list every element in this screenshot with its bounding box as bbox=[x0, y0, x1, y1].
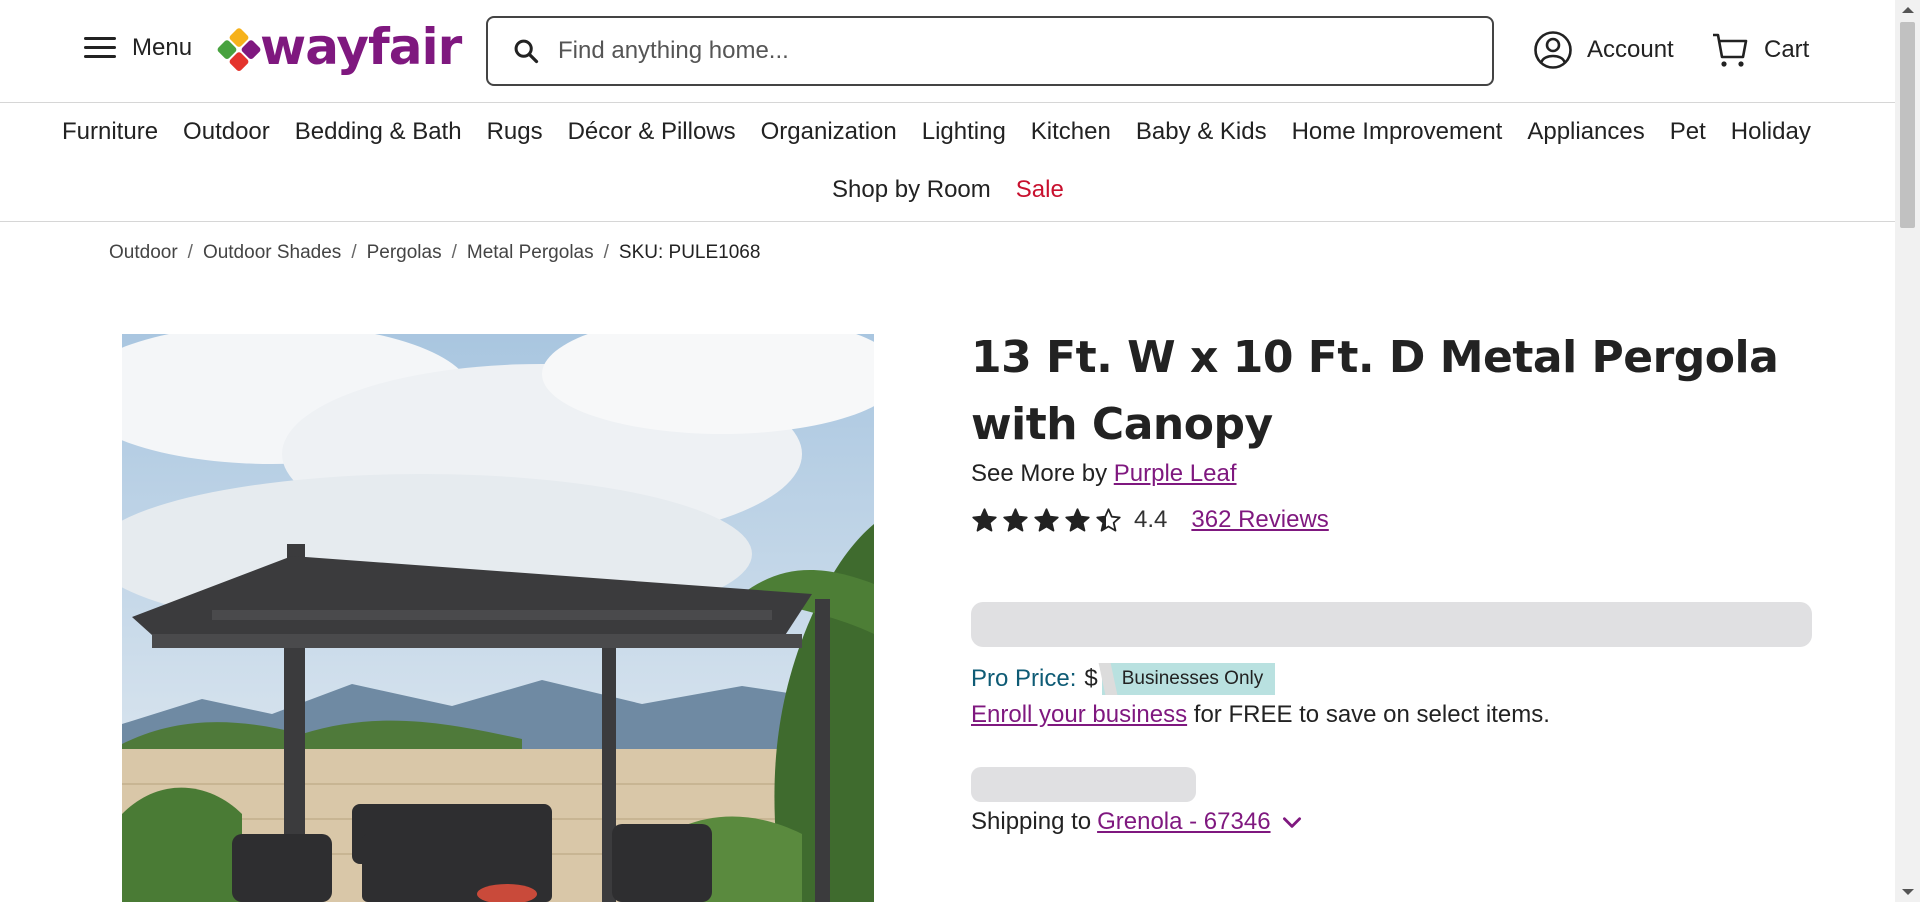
star-icon bbox=[1034, 507, 1059, 532]
star-icon bbox=[1003, 507, 1028, 532]
breadcrumb-item[interactable]: Pergolas bbox=[367, 242, 442, 264]
scrollbar-thumb[interactable] bbox=[1900, 22, 1915, 228]
enroll-business-link[interactable]: Enroll your business bbox=[971, 701, 1187, 728]
nav-item-lighting[interactable]: Lighting bbox=[922, 118, 1006, 146]
delivery-loading-placeholder bbox=[971, 767, 1196, 802]
nav-item-rugs[interactable]: Rugs bbox=[487, 118, 543, 146]
breadcrumb-item[interactable]: Outdoor Shades bbox=[203, 242, 341, 264]
breadcrumb-item[interactable]: Metal Pergolas bbox=[467, 242, 594, 264]
nav-item-appliances[interactable]: Appliances bbox=[1527, 118, 1644, 146]
breadcrumb-separator: / bbox=[451, 242, 457, 263]
breadcrumb: Outdoor / Outdoor Shades / Pergolas / Me… bbox=[109, 242, 760, 264]
star-icon bbox=[972, 507, 997, 532]
nav-row-main: Furniture Outdoor Bedding & Bath Rugs Dé… bbox=[62, 118, 1811, 146]
nav-item-sale[interactable]: Sale bbox=[1016, 176, 1064, 204]
rating-value: 4.4 bbox=[1134, 506, 1168, 533]
cart-icon bbox=[1713, 33, 1748, 67]
nav-item-furniture[interactable]: Furniture bbox=[62, 118, 158, 146]
breadcrumb-item[interactable]: Outdoor bbox=[109, 242, 178, 264]
category-nav: Furniture Outdoor Bedding & Bath Rugs Dé… bbox=[0, 104, 1895, 222]
breadcrumb-sku: SKU: PULE1068 bbox=[618, 242, 761, 263]
see-more-label: See More by bbox=[971, 460, 1108, 487]
hamburger-icon bbox=[84, 36, 116, 60]
breadcrumb-separator: / bbox=[603, 242, 609, 263]
reviews-link[interactable]: 362 Reviews bbox=[1191, 506, 1328, 534]
page-scrollbar[interactable] bbox=[1895, 0, 1920, 902]
search-box[interactable] bbox=[486, 16, 1494, 86]
breadcrumb-separator: / bbox=[351, 242, 357, 263]
menu-label: Menu bbox=[132, 34, 193, 61]
product-info: 13 Ft. W x 10 Ft. D Metal Pergola with C… bbox=[971, 324, 1812, 836]
nav-item-bedding-bath[interactable]: Bedding & Bath bbox=[295, 118, 462, 146]
logo-text: wayfair bbox=[260, 18, 462, 76]
nav-item-baby-kids[interactable]: Baby & Kids bbox=[1136, 118, 1267, 146]
menu-button[interactable]: Menu bbox=[84, 34, 192, 62]
logo-mark-icon bbox=[215, 26, 263, 75]
nav-item-kitchen[interactable]: Kitchen bbox=[1031, 118, 1111, 146]
shipping-row: Shipping to Grenola - 67346 bbox=[971, 808, 1811, 836]
nav-item-pet[interactable]: Pet bbox=[1670, 118, 1706, 146]
site-header: Menu wayfair Account Cart bbox=[0, 0, 1895, 103]
scroll-up-arrow-icon[interactable] bbox=[1902, 7, 1914, 13]
price-loading-placeholder bbox=[971, 602, 1812, 647]
pro-price-currency: $ bbox=[1084, 665, 1098, 692]
breadcrumb-separator: / bbox=[187, 242, 193, 263]
product-title: 13 Ft. W x 10 Ft. D Metal Pergola with C… bbox=[971, 332, 1779, 450]
nav-item-holiday[interactable]: Holiday bbox=[1731, 118, 1811, 146]
wayfair-logo[interactable]: wayfair bbox=[216, 18, 462, 76]
shipping-label: Shipping to bbox=[971, 808, 1092, 835]
account-icon bbox=[1534, 31, 1572, 69]
shipping-location-link[interactable]: Grenola - 67346 bbox=[1097, 808, 1270, 836]
search-input[interactable] bbox=[558, 37, 1458, 65]
nav-item-shop-by-room[interactable]: Shop by Room bbox=[832, 176, 991, 204]
account-button[interactable]: Account bbox=[1533, 30, 1674, 70]
star-rating bbox=[971, 507, 1122, 534]
rating-summary[interactable]: 4.4 362 Reviews bbox=[971, 506, 1811, 534]
enroll-row: Enroll your business for FREE to save on… bbox=[971, 701, 1811, 729]
cart-button[interactable]: Cart bbox=[1710, 30, 1809, 70]
pro-price-label: Pro Price: bbox=[971, 665, 1077, 692]
cart-label: Cart bbox=[1764, 36, 1810, 63]
brand-link[interactable]: Purple Leaf bbox=[1114, 460, 1237, 487]
nav-item-home-improvement[interactable]: Home Improvement bbox=[1292, 118, 1503, 146]
chevron-down-icon[interactable] bbox=[1279, 809, 1305, 835]
search-icon bbox=[514, 39, 539, 64]
pergola-photo bbox=[122, 334, 874, 902]
scroll-down-arrow-icon[interactable] bbox=[1902, 889, 1914, 895]
nav-item-outdoor[interactable]: Outdoor bbox=[183, 118, 270, 146]
pro-price-row: Pro Price: $ Businesses Only bbox=[971, 663, 1811, 695]
nav-row-secondary: Shop by Room Sale bbox=[832, 176, 1064, 204]
nav-item-decor-pillows[interactable]: Décor & Pillows bbox=[568, 118, 736, 146]
nav-item-organization[interactable]: Organization bbox=[761, 118, 897, 146]
account-label: Account bbox=[1587, 36, 1674, 63]
businesses-only-badge: Businesses Only bbox=[1101, 663, 1276, 695]
see-more-by: See More by Purple Leaf bbox=[971, 460, 1811, 488]
star-icon bbox=[1096, 507, 1121, 532]
enroll-text: for FREE to save on select items. bbox=[1193, 701, 1550, 728]
product-image[interactable] bbox=[122, 334, 874, 902]
star-icon bbox=[1065, 507, 1090, 532]
